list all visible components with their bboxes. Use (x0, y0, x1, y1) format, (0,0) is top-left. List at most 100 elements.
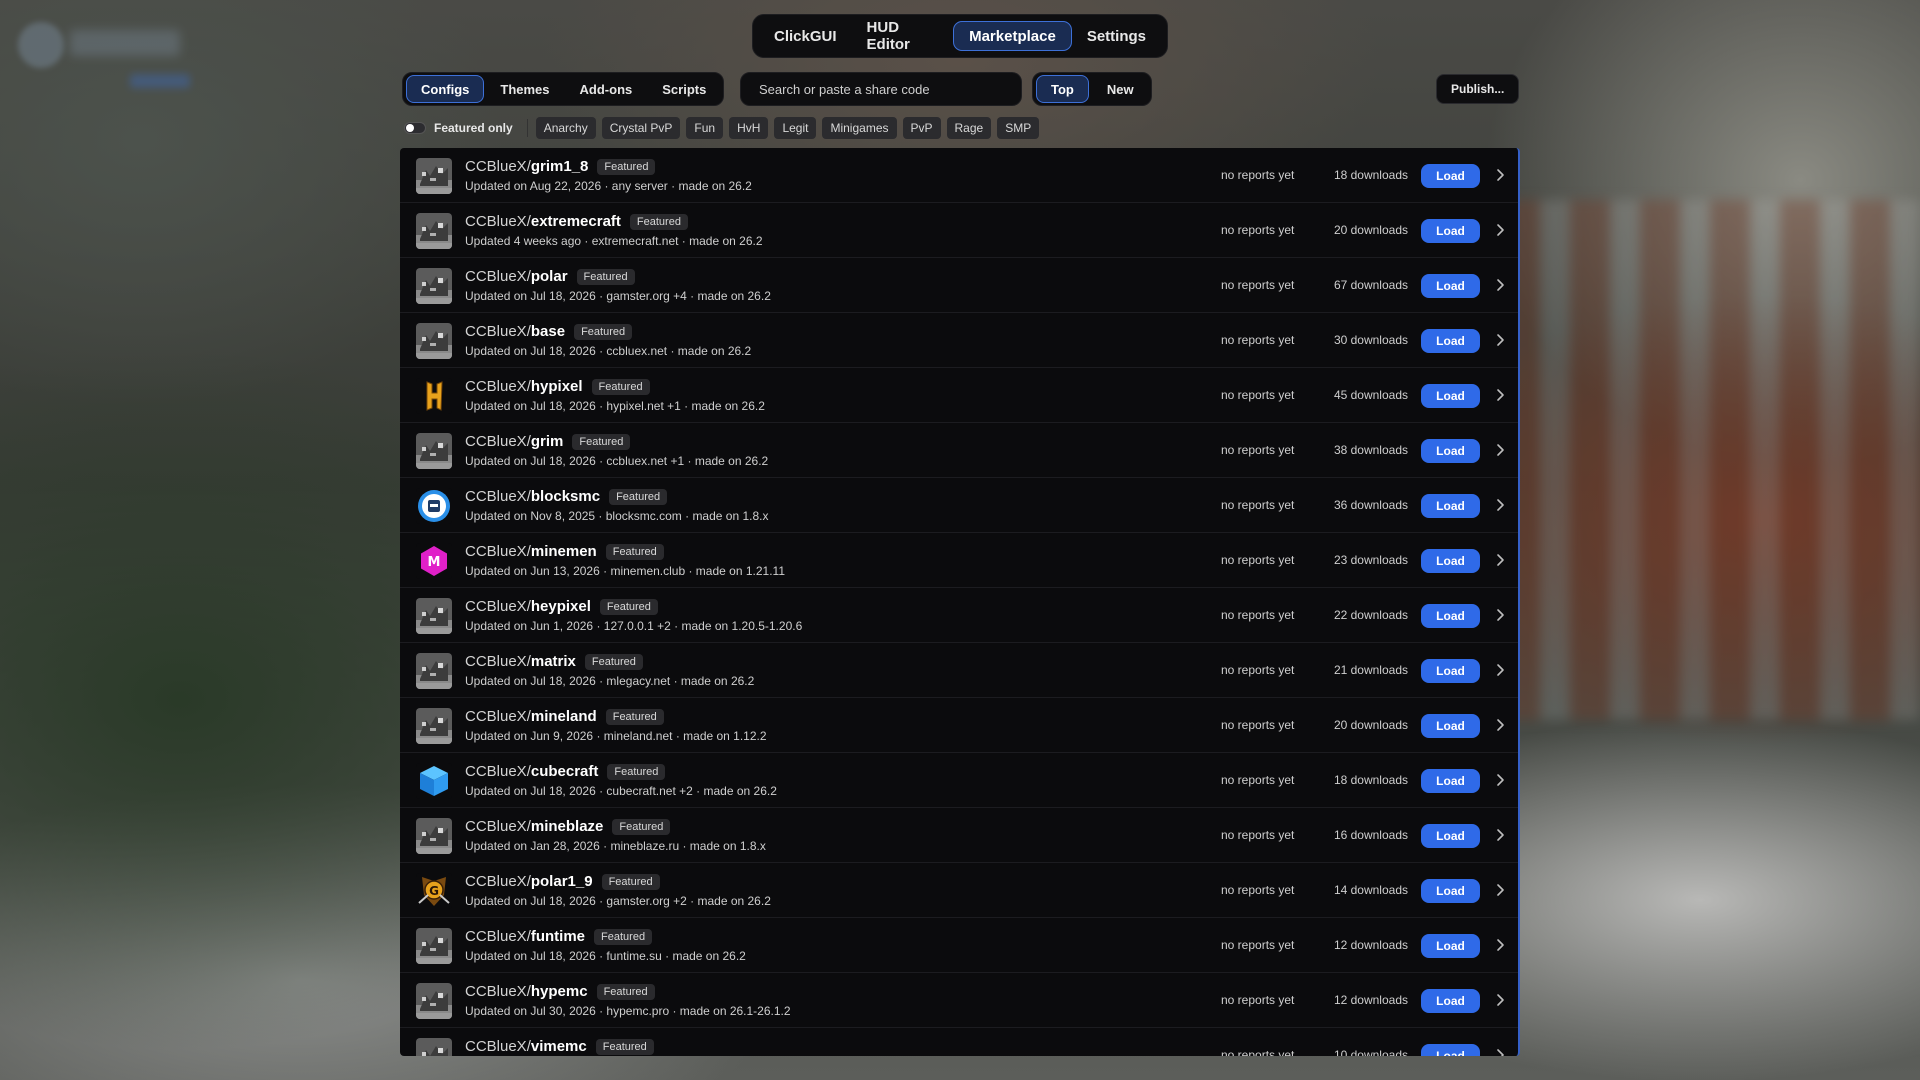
load-button[interactable]: Load (1421, 604, 1480, 628)
chevron-right-icon[interactable] (1494, 773, 1506, 787)
load-button[interactable]: Load (1421, 274, 1480, 298)
tab-clickgui[interactable]: ClickGUI (759, 21, 852, 51)
filter-chip-pvp[interactable]: PvP (902, 117, 941, 139)
load-button[interactable]: Load (1421, 494, 1480, 518)
filter-chip-anarchy[interactable]: Anarchy (535, 117, 596, 139)
config-title: CCBlueX/mineland Featured (465, 708, 664, 725)
config-downloads: 30 downloads (1333, 333, 1408, 347)
chevron-right-icon[interactable] (1494, 333, 1506, 347)
config-row-polar[interactable]: CCBlueX/polar Featured Updated on Jul 18… (400, 258, 1518, 313)
config-name: heypixel (530, 598, 591, 615)
config-downloads: 20 downloads (1333, 718, 1408, 732)
filter-chip-legit[interactable]: Legit (774, 117, 817, 139)
tab-configs[interactable]: Configs (406, 75, 485, 103)
load-button[interactable]: Load (1421, 329, 1480, 353)
config-row-minemen[interactable]: M CCBlueX/minemen Featured Updated on Ju… (400, 533, 1518, 588)
load-button[interactable]: Load (1421, 934, 1480, 958)
config-row-funtime[interactable]: CCBlueX/funtime Featured Updated on Jul … (400, 918, 1518, 973)
config-list[interactable]: CCBlueX/grim1_8 Featured Updated on Aug … (400, 148, 1520, 1056)
load-button[interactable]: Load (1421, 1044, 1480, 1056)
publish-button[interactable]: Publish... (1436, 74, 1520, 104)
featured-only-toggle[interactable] (404, 122, 426, 134)
config-reports: no reports yet (1221, 608, 1295, 622)
config-row-heypixel[interactable]: CCBlueX/heypixel Featured Updated on Jun… (400, 588, 1518, 643)
chevron-right-icon[interactable] (1494, 718, 1506, 732)
load-button[interactable]: Load (1421, 439, 1480, 463)
config-downloads: 12 downloads (1333, 938, 1408, 952)
config-title: CCBlueX/blocksmc Featured (465, 488, 668, 505)
load-button[interactable]: Load (1421, 769, 1480, 793)
config-row-extremecraft[interactable]: CCBlueX/extremecraft Featured Updated 4 … (400, 203, 1518, 258)
tab-themes[interactable]: Themes (486, 75, 563, 103)
config-title: CCBlueX/cubecraft Featured (465, 763, 666, 780)
default-config-icon (416, 323, 452, 359)
config-row-mineblaze[interactable]: CCBlueX/mineblaze Featured Updated on Ja… (400, 808, 1518, 863)
chevron-right-icon[interactable] (1494, 993, 1506, 1007)
config-meta: Updated on Jul 18, 2026 · gamster.org +2… (465, 894, 771, 908)
default-config-icon (416, 708, 452, 744)
tab-top[interactable]: Top (1036, 75, 1089, 103)
chevron-right-icon[interactable] (1494, 553, 1506, 567)
load-button[interactable]: Load (1421, 824, 1480, 848)
load-button[interactable]: Load (1421, 384, 1480, 408)
filter-chip-hvh[interactable]: HvH (729, 117, 769, 139)
config-avatar (416, 653, 452, 689)
load-button[interactable]: Load (1421, 549, 1480, 573)
featured-badge: Featured (584, 653, 643, 670)
filter-chip-crystal-pvp[interactable]: Crystal PvP (601, 117, 681, 139)
chevron-right-icon[interactable] (1494, 828, 1506, 842)
config-row-mineland[interactable]: CCBlueX/mineland Featured Updated on Jun… (400, 698, 1518, 753)
config-row-polar1-9[interactable]: G CCBlueX/polar1_9 Featured Updated on J… (400, 863, 1518, 918)
default-config-icon (416, 928, 452, 964)
search-input[interactable] (759, 81, 1003, 97)
config-row-grim1-8[interactable]: CCBlueX/grim1_8 Featured Updated on Aug … (400, 148, 1518, 203)
config-reports: no reports yet (1221, 388, 1295, 402)
config-owner: CCBlueX/ (465, 708, 531, 725)
config-avatar (416, 708, 452, 744)
chevron-right-icon[interactable] (1494, 883, 1506, 897)
config-downloads: 18 downloads (1333, 773, 1408, 787)
load-button[interactable]: Load (1421, 879, 1480, 903)
chevron-right-icon[interactable] (1494, 1048, 1506, 1056)
tab-hud-editor[interactable]: HUD Editor (852, 19, 954, 53)
chevron-right-icon[interactable] (1494, 443, 1506, 457)
tab-add-ons[interactable]: Add-ons (566, 75, 647, 103)
load-button[interactable]: Load (1421, 989, 1480, 1013)
config-row-matrix[interactable]: CCBlueX/matrix Featured Updated on Jul 1… (400, 643, 1518, 698)
chevron-right-icon[interactable] (1494, 498, 1506, 512)
config-row-hypemc[interactable]: CCBlueX/hypemc Featured Updated on Jul 3… (400, 973, 1518, 1028)
chevron-right-icon[interactable] (1494, 663, 1506, 677)
default-config-icon (416, 653, 452, 689)
config-row-base[interactable]: CCBlueX/base Featured Updated on Jul 18,… (400, 313, 1518, 368)
chevron-right-icon[interactable] (1494, 388, 1506, 402)
tab-new[interactable]: New (1093, 75, 1148, 103)
sort-tabs: Top New (1032, 72, 1152, 106)
load-button[interactable]: Load (1421, 164, 1480, 188)
load-button[interactable]: Load (1421, 219, 1480, 243)
config-title: CCBlueX/heypixel Featured (465, 598, 658, 615)
chevron-right-icon[interactable] (1494, 278, 1506, 292)
default-config-icon (416, 598, 452, 634)
filter-chip-rage[interactable]: Rage (946, 117, 992, 139)
chevron-right-icon[interactable] (1494, 168, 1506, 182)
config-row-cubecraft[interactable]: CCBlueX/cubecraft Featured Updated on Ju… (400, 753, 1518, 808)
config-row-blocksmc[interactable]: CCBlueX/blocksmc Featured Updated on Nov… (400, 478, 1518, 533)
config-row-hypixel[interactable]: CCBlueX/hypixel Featured Updated on Jul … (400, 368, 1518, 423)
chevron-right-icon[interactable] (1494, 608, 1506, 622)
tab-scripts[interactable]: Scripts (648, 75, 720, 103)
filter-chip-fun[interactable]: Fun (686, 117, 724, 139)
load-button[interactable]: Load (1421, 659, 1480, 683)
chevron-right-icon[interactable] (1494, 223, 1506, 237)
tab-settings[interactable]: Settings (1072, 21, 1161, 51)
config-avatar (416, 1038, 452, 1056)
filter-chip-smp[interactable]: SMP (997, 117, 1040, 139)
config-row-vimemc[interactable]: CCBlueX/vimemc Featured no reports yet 1… (400, 1028, 1518, 1056)
config-row-grim[interactable]: CCBlueX/grim Featured Updated on Jul 18,… (400, 423, 1518, 478)
chevron-right-icon[interactable] (1494, 938, 1506, 952)
load-button[interactable]: Load (1421, 714, 1480, 738)
background-bricks (1500, 200, 1920, 720)
default-config-icon (416, 433, 452, 469)
tab-marketplace[interactable]: Marketplace (953, 21, 1072, 51)
config-downloads: 38 downloads (1333, 443, 1408, 457)
filter-chip-minigames[interactable]: Minigames (822, 117, 897, 139)
